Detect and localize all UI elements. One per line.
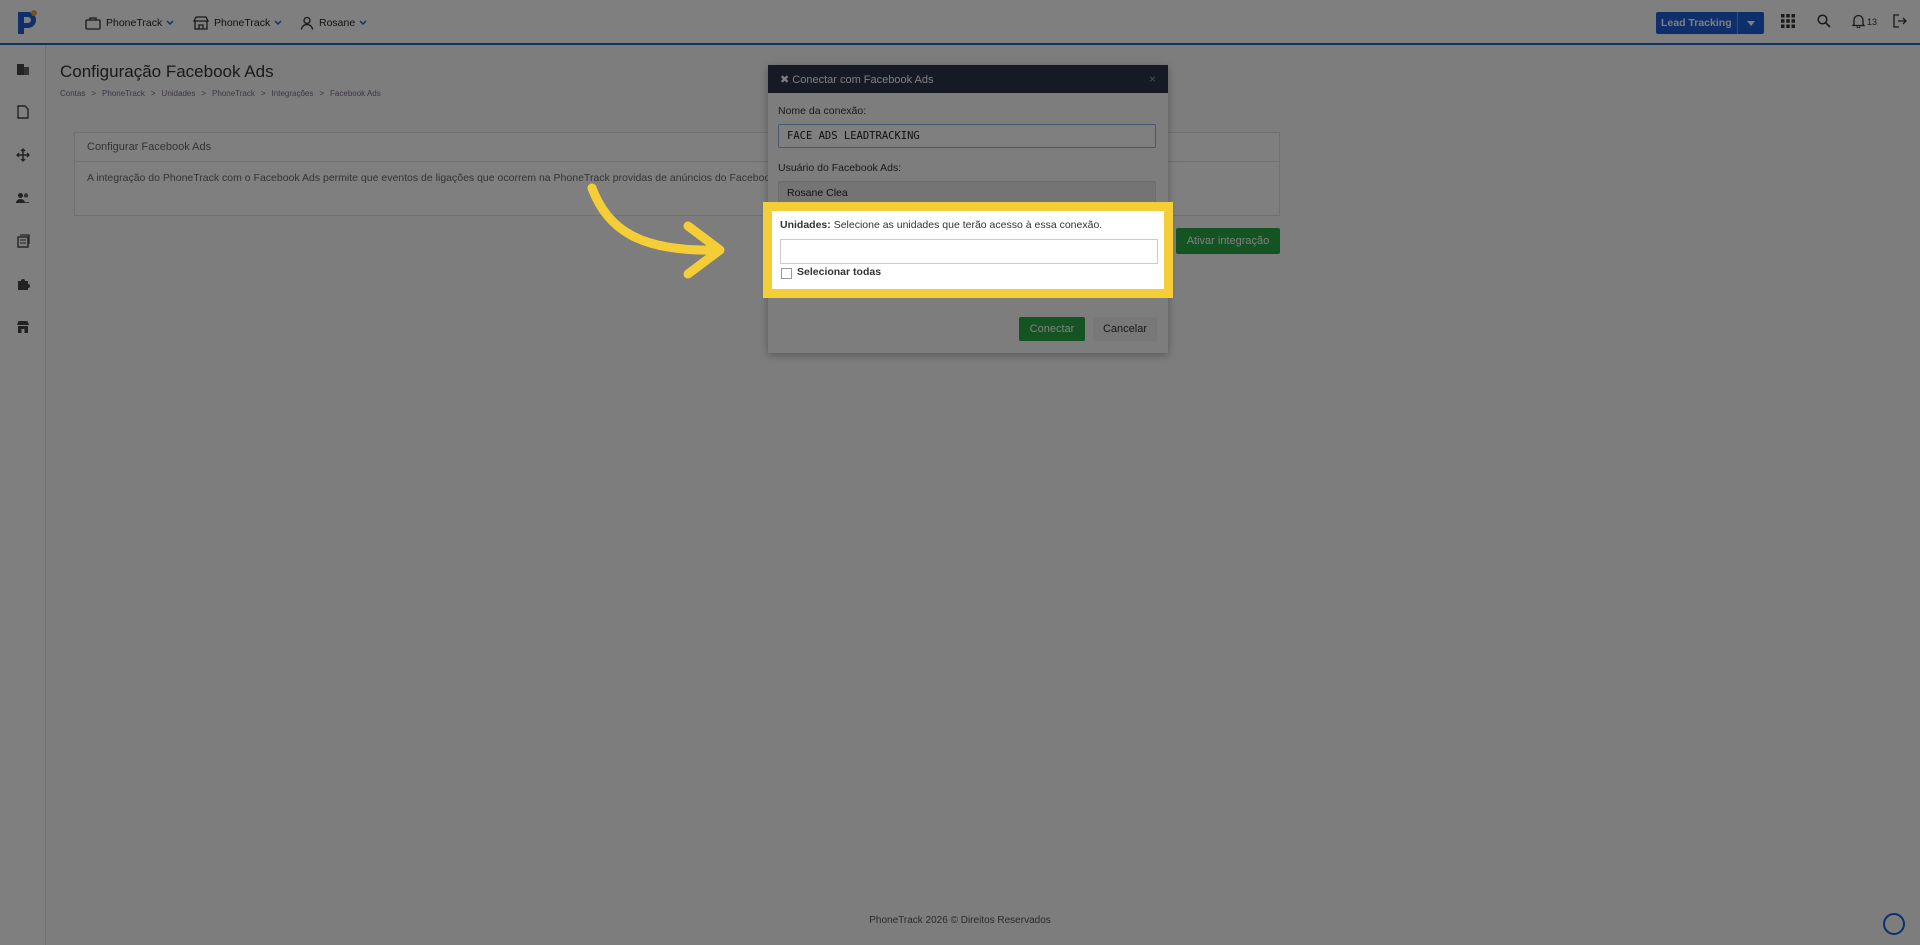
annotation-arrow-icon bbox=[587, 183, 725, 279]
units-label-title: Unidades: bbox=[780, 219, 831, 231]
units-label: Unidades: Selecione as unidades que terã… bbox=[780, 219, 1102, 231]
select-all-label: Selecionar todas bbox=[797, 266, 882, 278]
select-all-checkbox[interactable] bbox=[781, 268, 792, 279]
units-select-input[interactable] bbox=[780, 239, 1158, 264]
units-hint: Selecione as unidades que terão acesso à… bbox=[833, 219, 1103, 231]
units-highlight-box: Unidades: Selecione as unidades que terã… bbox=[763, 202, 1173, 298]
